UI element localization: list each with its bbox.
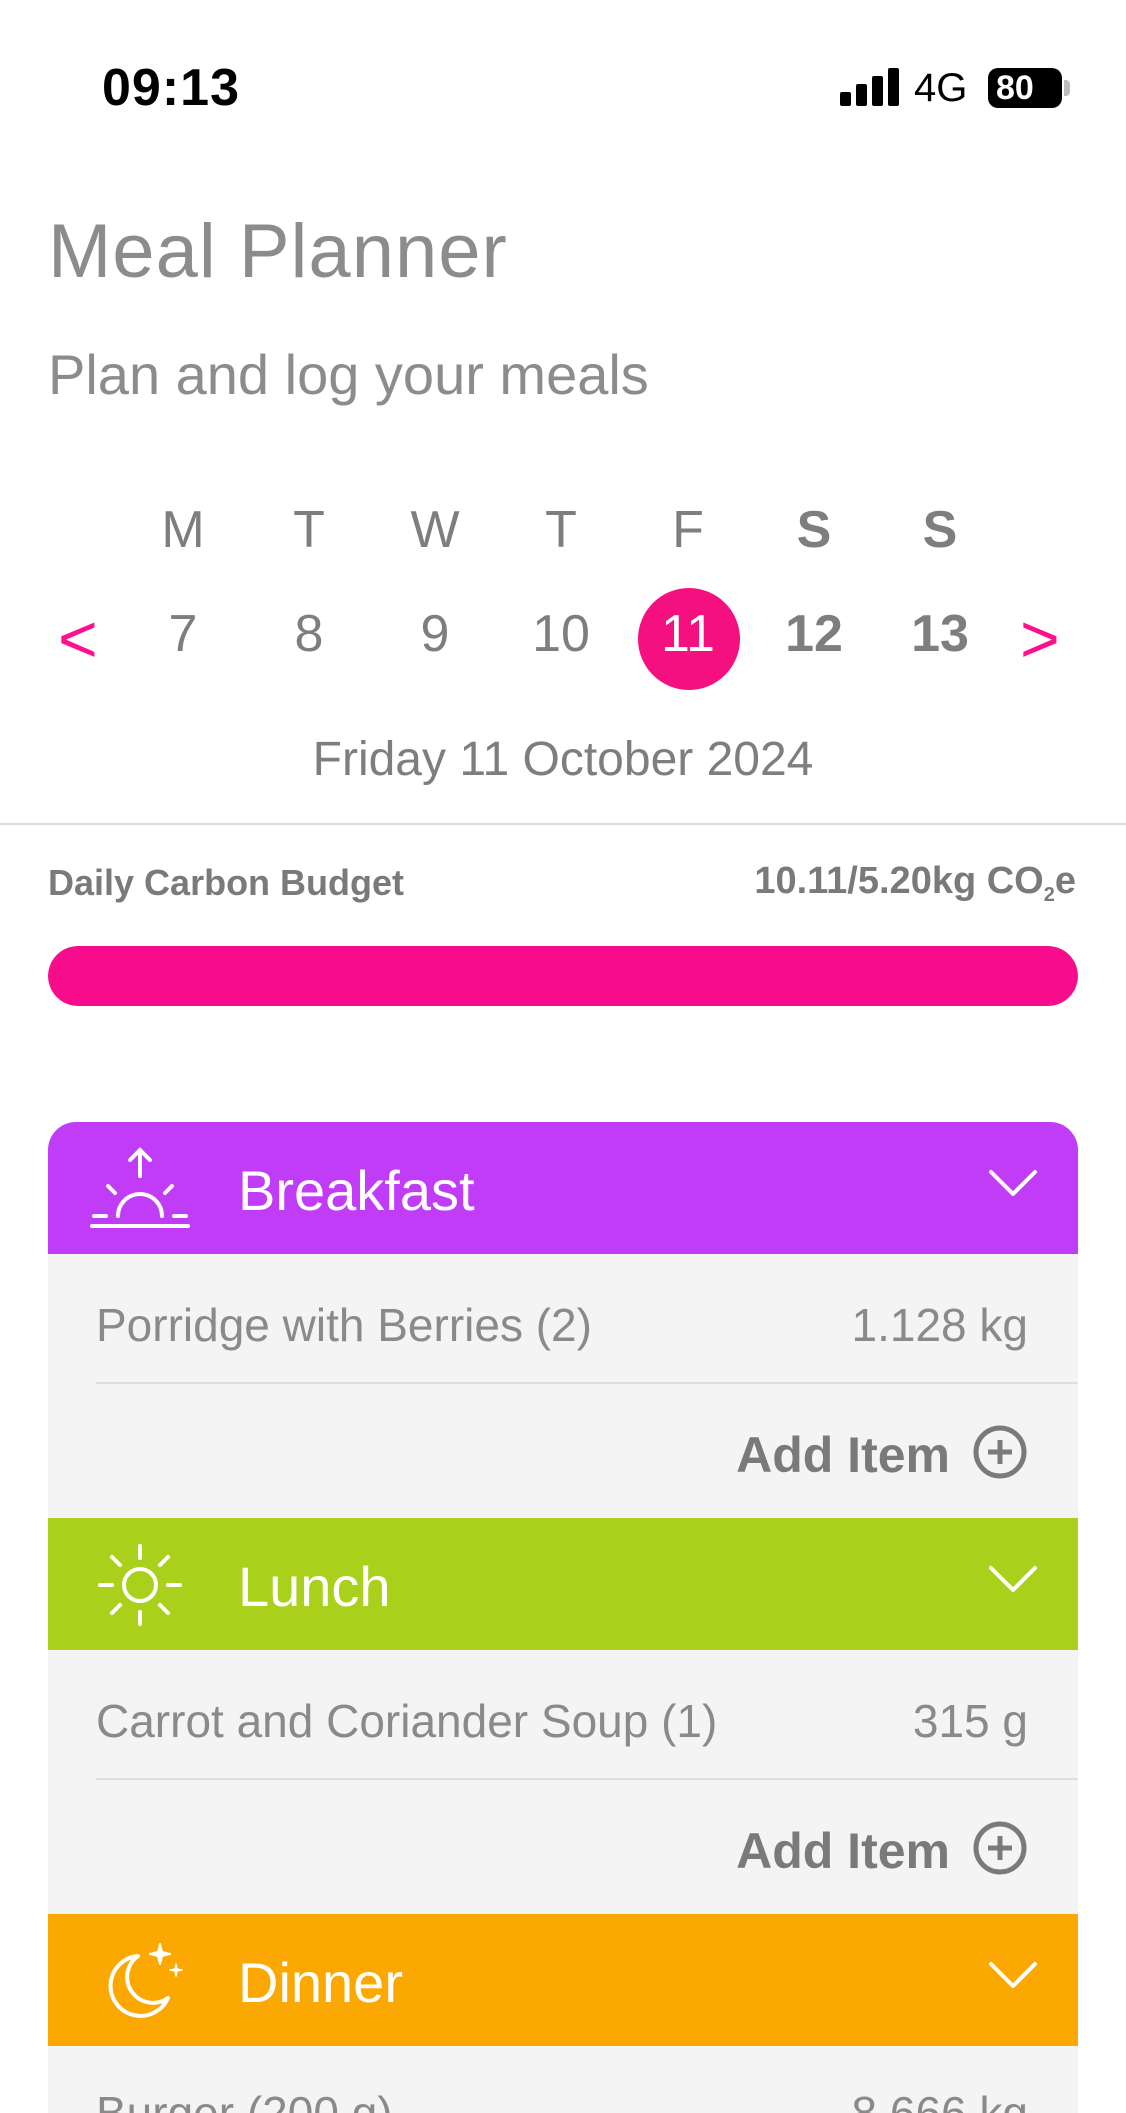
sun-icon bbox=[98, 1544, 182, 1626]
battery-tip bbox=[1064, 80, 1070, 96]
chevron-down-icon[interactable] bbox=[988, 1960, 1038, 1990]
weekday-letter: S bbox=[922, 501, 958, 559]
lunch-title: Lunch bbox=[238, 1555, 391, 1618]
prev-week-button[interactable]: < bbox=[58, 600, 98, 678]
dinner-header[interactable]: Dinner bbox=[48, 1914, 1078, 2046]
dinner-title: Dinner bbox=[238, 1951, 403, 2014]
network-label: 4G bbox=[914, 66, 968, 110]
day-button-9[interactable]: 9 bbox=[385, 604, 485, 664]
item-carbon-value: 1.128 kg bbox=[851, 1299, 1028, 1351]
budget-progress-bar bbox=[48, 946, 1078, 1006]
budget-value-main: 10.11/5.20kg CO bbox=[754, 860, 1044, 902]
chevron-down-icon[interactable] bbox=[988, 1168, 1038, 1198]
breakfast-add-item-button[interactable]: Add Item bbox=[628, 1386, 1028, 1516]
selected-date-label: Friday 11 October 2024 bbox=[312, 733, 814, 786]
budget-value-unit: e bbox=[1054, 860, 1076, 902]
budget-value: 10.11/5.20kg CO2e bbox=[754, 860, 1076, 907]
breakfast-header[interactable]: Breakfast bbox=[48, 1122, 1078, 1254]
day-button-12[interactable]: 12 bbox=[764, 604, 864, 664]
chevron-down-icon[interactable] bbox=[988, 1564, 1038, 1594]
page-subtitle: Plan and log your meals bbox=[48, 343, 649, 406]
status-time: 09:13 bbox=[102, 59, 240, 117]
day-button-8[interactable]: 8 bbox=[259, 604, 359, 664]
weekday-letter: F bbox=[672, 501, 704, 559]
plus-circle-icon bbox=[973, 1425, 1027, 1479]
weekday-letter: W bbox=[410, 501, 460, 559]
lunch-add-item-button[interactable]: Add Item bbox=[628, 1782, 1028, 1912]
day-button-13[interactable]: 13 bbox=[890, 604, 990, 664]
dinner-items: Burger (200 g) 8.666 kg bbox=[48, 2046, 1078, 2113]
page-title: Meal Planner bbox=[48, 209, 508, 294]
budget-value-subscript: 2 bbox=[1043, 884, 1055, 906]
plus-circle-icon bbox=[973, 1821, 1027, 1875]
item-name: Burger (200 g) bbox=[96, 2087, 393, 2113]
weekday-letter: T bbox=[293, 501, 325, 559]
breakfast-items: Porridge with Berries (2) 1.128 kg Add I… bbox=[48, 1254, 1078, 1518]
next-week-button[interactable]: > bbox=[1020, 600, 1060, 678]
sunrise-icon bbox=[90, 1147, 190, 1228]
status-bar: 09:13 4G 80 bbox=[0, 0, 1126, 150]
divider bbox=[0, 823, 1126, 825]
add-item-label: Add Item bbox=[736, 1823, 950, 1879]
item-name: Porridge with Berries (2) bbox=[96, 1299, 592, 1351]
signal-icon bbox=[840, 68, 902, 106]
day-button-7[interactable]: 7 bbox=[133, 604, 233, 664]
item-carbon-value: 8.666 kg bbox=[851, 2087, 1028, 2113]
budget-label: Daily Carbon Budget bbox=[48, 862, 405, 903]
item-name: Carrot and Coriander Soup (1) bbox=[96, 1695, 718, 1747]
lunch-items: Carrot and Coriander Soup (1) 315 g Add … bbox=[48, 1650, 1078, 1914]
breakfast-title: Breakfast bbox=[238, 1159, 475, 1222]
moon-stars-icon bbox=[108, 1943, 183, 2018]
day-button-11[interactable]: 11 bbox=[638, 604, 738, 664]
add-item-label: Add Item bbox=[736, 1427, 950, 1483]
weekday-letter: T bbox=[545, 501, 577, 559]
lunch-header[interactable]: Lunch bbox=[48, 1518, 1078, 1650]
weekday-letter: S bbox=[796, 501, 832, 559]
budget-progress-fill bbox=[48, 946, 1078, 1006]
meal-item[interactable]: Burger (200 g) 8.666 kg bbox=[96, 2046, 1078, 2113]
meal-item[interactable]: Porridge with Berries (2) 1.128 kg bbox=[96, 1254, 1078, 1384]
meal-item[interactable]: Carrot and Coriander Soup (1) 315 g bbox=[96, 1650, 1078, 1780]
battery-icon: 80 bbox=[988, 68, 1062, 108]
day-button-10[interactable]: 10 bbox=[511, 604, 611, 664]
weekday-letter: M bbox=[161, 501, 205, 559]
item-carbon-value: 315 g bbox=[912, 1695, 1028, 1747]
